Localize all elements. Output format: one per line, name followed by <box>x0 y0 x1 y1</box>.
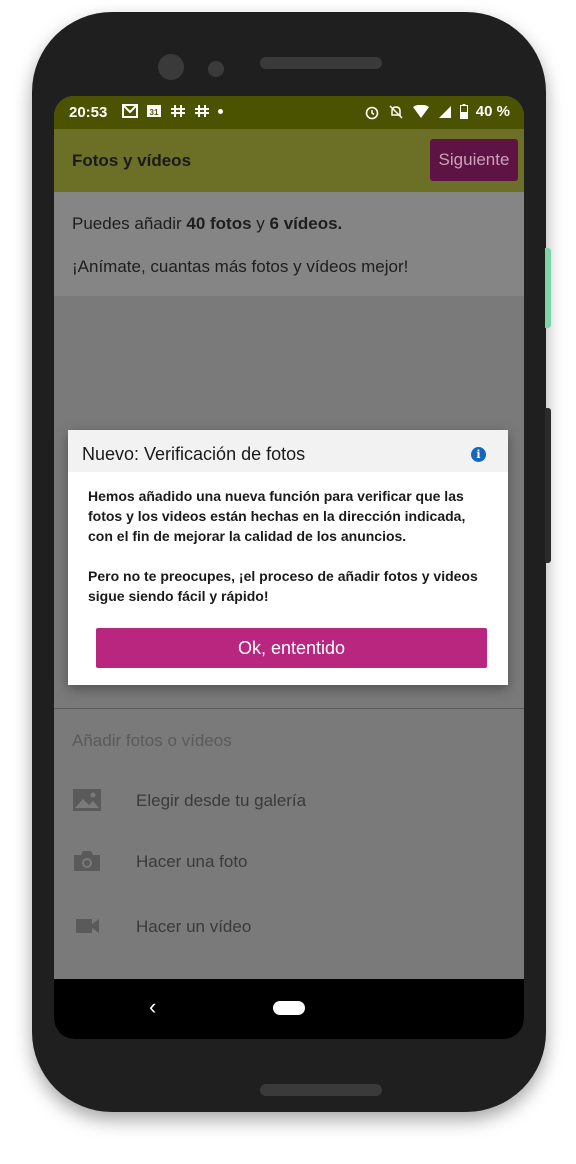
app-bar: Fotos y vídeos Siguiente <box>54 129 524 192</box>
wifi-icon <box>412 104 429 118</box>
calendar-icon: 31 <box>147 105 161 117</box>
front-camera <box>158 54 184 80</box>
status-bar: 20:53 31 40 % <box>54 96 524 129</box>
svg-text:31: 31 <box>150 108 159 117</box>
video-camera-icon <box>76 919 99 933</box>
gallery-option[interactable]: Elegir desde tu galería <box>54 776 524 826</box>
home-button[interactable] <box>273 1001 305 1015</box>
back-icon[interactable]: ‹ <box>149 994 156 1020</box>
limits-text: Puedes añadir 40 fotos y 6 vídeos. <box>72 214 342 234</box>
encouragement-text: ¡Anímate, cuantas más fotos y vídeos mej… <box>72 257 409 276</box>
dialog-body: Hemos añadido una nueva función para ver… <box>88 486 493 626</box>
add-media-title: Añadir fotos o vídeos <box>72 731 232 750</box>
ok-button[interactable]: Ok, ententido <box>96 628 487 668</box>
battery-icon <box>459 104 468 119</box>
camera-icon <box>74 851 100 871</box>
navigation-bar: ‹ <box>54 979 524 1039</box>
photos-limit: 40 fotos <box>186 214 252 233</box>
image-icon <box>73 789 101 811</box>
verification-dialog: Nuevo: Verificación de fotos i Hemos aña… <box>68 430 508 685</box>
page-title: Fotos y vídeos <box>72 151 192 170</box>
dialog-paragraph-2: Pero no te preocupes, ¡el proceso de aña… <box>88 568 478 604</box>
take-photo-label: Hacer una foto <box>136 852 248 871</box>
next-button[interactable]: Siguiente <box>430 139 518 181</box>
gmail-icon <box>122 104 138 118</box>
battery-level: 40 % <box>475 103 510 120</box>
slack-icon <box>195 105 209 117</box>
volume-button <box>545 408 551 563</box>
take-photo-option[interactable]: Hacer una foto <box>54 837 524 887</box>
dialog-paragraph-1: Hemos añadido una nueva función para ver… <box>88 488 466 544</box>
limits-conjunction: y <box>251 214 270 233</box>
intro-section: Puedes añadir 40 fotos y 6 vídeos. ¡Aním… <box>54 192 524 296</box>
dialog-title: Nuevo: Verificación de fotos <box>82 444 306 464</box>
videos-limit: 6 vídeos. <box>269 214 343 233</box>
dialog-header: Nuevo: Verificación de fotos i <box>68 430 508 472</box>
notification-dot-icon <box>218 108 223 114</box>
record-video-label: Hacer un vídeo <box>136 917 252 936</box>
slack-icon <box>171 105 185 117</box>
record-video-option[interactable]: Hacer un vídeo <box>54 902 524 952</box>
power-button <box>545 248 551 328</box>
add-media-section: Añadir fotos o vídeos Elegir desde tu ga… <box>54 709 524 979</box>
mute-icon <box>389 104 403 119</box>
signal-icon <box>438 105 451 118</box>
alarm-icon <box>365 106 379 119</box>
sensor <box>208 61 224 77</box>
bottom-speaker <box>260 1084 382 1096</box>
status-time: 20:53 <box>69 104 108 121</box>
gallery-option-label: Elegir desde tu galería <box>136 791 307 810</box>
limits-prefix: Puedes añadir <box>72 214 187 233</box>
info-icon: i <box>471 447 486 462</box>
earpiece-speaker <box>260 57 382 69</box>
